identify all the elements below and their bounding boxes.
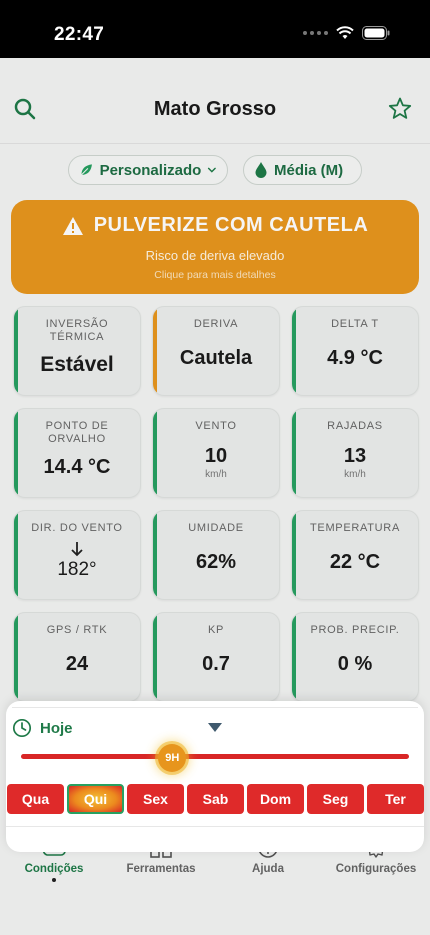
card-value: 0 % [337,653,373,675]
card-delta-t[interactable]: DELTA T 4.9 °C [291,306,419,396]
droplet-size-selector[interactable]: Média (M) [243,155,362,185]
droplet-icon [255,162,267,178]
divider [12,707,418,708]
card-label: GPS / RTK [46,624,108,636]
card-inversao-termica[interactable]: INVERSÃO TÉRMICA Estável [13,306,141,396]
card-ponto-orvalho[interactable]: PONTO DE ORVALHO 14.4 °C [13,408,141,498]
warning-icon [62,216,83,235]
day-selector[interactable]: Hoje [12,718,73,738]
banner-hint: Clique para mais detalhes [154,269,276,281]
forecast-sheet: Hoje 9H Qua Qui Sex Sab Dom Seg Ter [6,701,424,852]
card-prob-precip[interactable]: PROB. PRECIP. 0 % [291,612,419,702]
hour-slider-track[interactable] [21,754,409,759]
card-label: DERIVA [193,318,239,330]
day-button-sab[interactable]: Sab [187,784,244,814]
day-button-qua[interactable]: Qua [7,784,64,814]
day-button-ter[interactable]: Ter [367,784,424,814]
card-value: Estável [40,353,114,376]
card-label: KP [207,624,225,636]
status-icons [303,26,390,40]
status-bar: 22:47 [0,0,430,58]
card-deriva[interactable]: DERIVA Cautela [152,306,280,396]
header: Mato Grosso [0,58,430,144]
mode-label: Personalizado [99,161,202,179]
battery-icon [362,26,390,40]
banner-subtitle: Risco de deriva elevado [145,248,285,263]
status-time: 22:47 [54,24,105,45]
day-buttons: Qua Qui Sex Sab Dom Seg Ter [7,784,424,814]
card-label: RAJADAS [327,420,383,432]
page-title: Mato Grosso [153,98,277,120]
day-button-qui[interactable]: Qui [67,784,124,814]
day-button-seg[interactable]: Seg [307,784,364,814]
card-value: 182° [57,559,97,580]
day-button-dom[interactable]: Dom [247,784,304,814]
card-dir-vento[interactable]: DIR. DO VENTO 182° [13,510,141,600]
card-value: 62% [195,551,237,573]
card-gps-rtk[interactable]: GPS / RTK 24 [13,612,141,702]
card-label: VENTO [195,420,237,432]
tab-label: Ajuda [252,863,284,875]
arrow-down-icon [14,541,140,557]
chevron-down-icon [208,167,217,173]
tab-label: Configurações [335,863,417,875]
active-indicator [52,878,56,882]
card-value: 10 [204,445,228,467]
card-vento[interactable]: VENTO 10 km/h [152,408,280,498]
day-label: Hoje [40,719,73,737]
card-label: DELTA T [331,318,379,330]
leaf-icon [81,164,92,176]
card-label: UMIDADE [188,522,244,534]
tab-label: Ferramentas [126,863,196,875]
divider [6,826,424,827]
hour-slider-thumb[interactable]: 9H [158,744,187,772]
card-unit: km/h [344,469,366,480]
droplet-size-label: Média (M) [274,161,344,179]
card-kp[interactable]: KP 0.7 [152,612,280,702]
card-umidade[interactable]: UMIDADE 62% [152,510,280,600]
card-value: 13 [343,445,367,467]
wifi-icon [336,26,354,39]
signal-icon [303,31,328,35]
card-value: 22 °C [329,551,381,573]
card-unit: km/h [205,469,227,480]
card-temperatura[interactable]: TEMPERATURA 22 °C [291,510,419,600]
card-label: DIR. DO VENTO [31,522,123,534]
mode-selector[interactable]: Personalizado [68,155,228,185]
card-value: 24 [65,653,89,675]
clock-icon [12,718,32,738]
card-value: 4.9 °C [327,347,383,369]
spray-alert-banner[interactable]: PULVERIZE COM CAUTELA Risco de deriva el… [11,200,419,294]
card-label: INVERSÃO TÉRMICA [45,318,109,343]
banner-title: PULVERIZE COM CAUTELA [93,214,369,236]
card-label: PONTO DE ORVALHO [45,420,109,445]
card-value: 14.4 °C [43,456,111,478]
card-value: 0.7 [202,653,230,675]
card-rajadas[interactable]: RAJADAS 13 km/h [291,408,419,498]
card-label: PROB. PRECIP. [310,624,400,636]
star-icon[interactable] [387,96,413,122]
card-value: Cautela [179,347,253,369]
tab-label: Condições [24,863,84,875]
banner-title-row: PULVERIZE COM CAUTELA [11,214,419,237]
caret-down-icon[interactable] [207,722,223,733]
day-button-sex[interactable]: Sex [127,784,184,814]
card-label: TEMPERATURA [309,522,400,534]
